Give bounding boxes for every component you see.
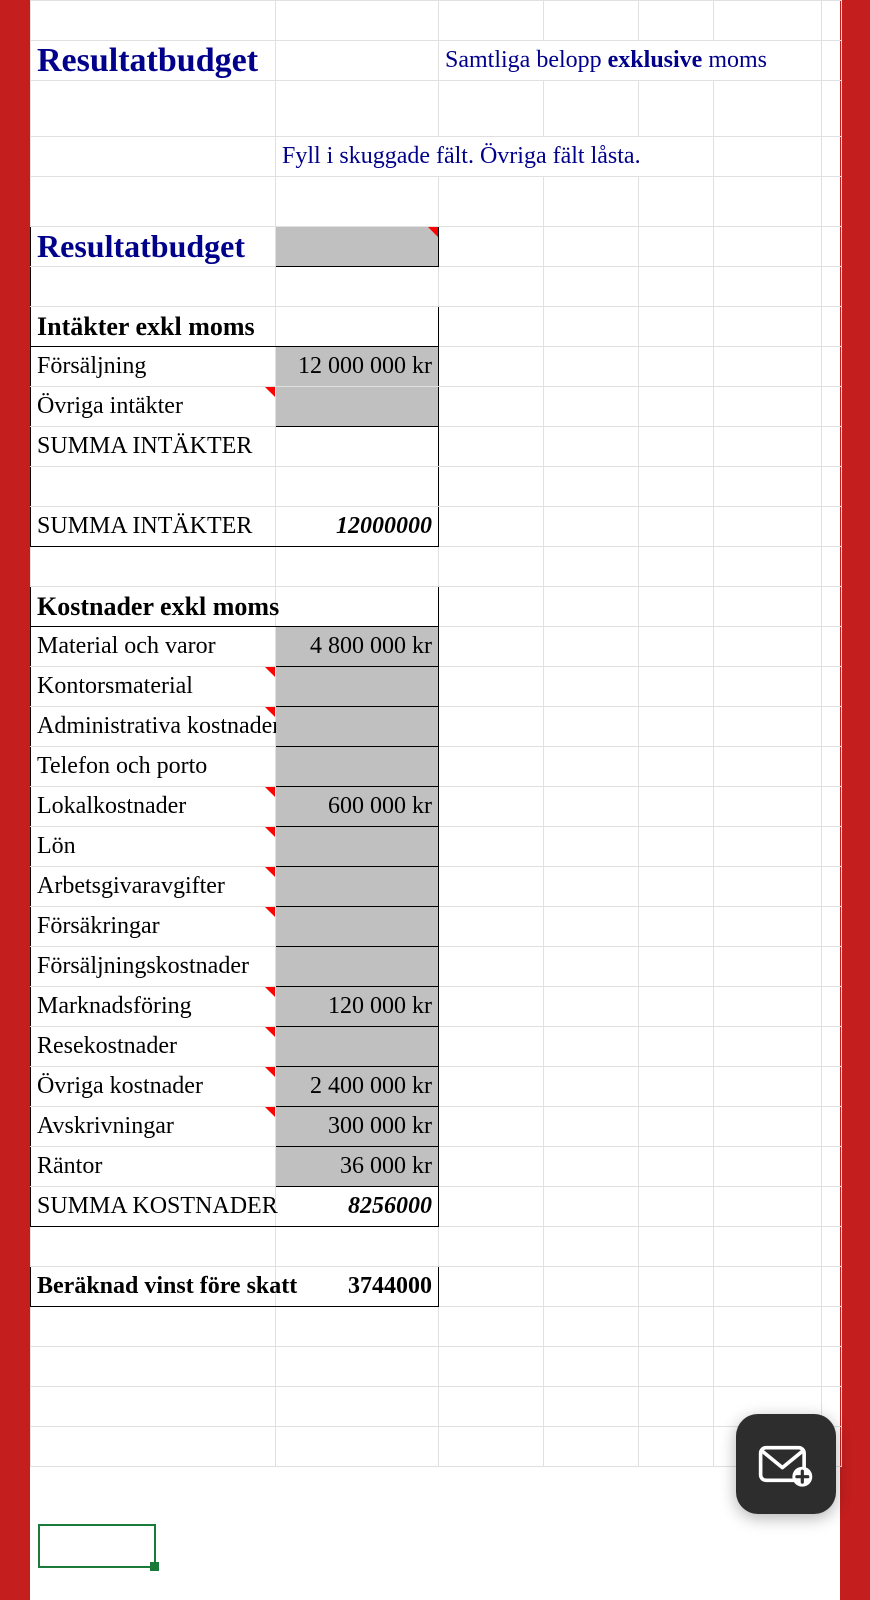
active-cell-outline[interactable]	[38, 1524, 156, 1568]
row-label: Försäkringar	[37, 913, 160, 939]
input-cell[interactable]: 2 400 000 kr	[276, 1067, 439, 1107]
row-label: Lön	[37, 833, 76, 859]
row-label: Administrativa kostnader	[37, 713, 280, 739]
comment-indicator-icon	[265, 787, 275, 797]
subtitle: Samtliga belopp exklusive moms	[445, 47, 767, 73]
comment-indicator-icon	[428, 227, 438, 237]
input-cell[interactable]	[276, 747, 439, 787]
input-cell[interactable]	[276, 1027, 439, 1067]
profit-value: 3744000	[276, 1267, 439, 1307]
costs-sum-label: SUMMA KOSTNADER	[37, 1193, 278, 1219]
input-cell[interactable]	[276, 707, 439, 747]
comment-indicator-icon	[265, 1027, 275, 1037]
row-label: Försäljning	[37, 353, 146, 379]
compose-mail-button[interactable]	[736, 1414, 836, 1514]
fill-handle[interactable]	[150, 1562, 159, 1571]
row-label: Material och varor	[37, 633, 216, 659]
section-title: Resultatbudget	[37, 228, 245, 264]
row-label: Resekostnader	[37, 1033, 177, 1059]
row-label: Kontorsmaterial	[37, 673, 193, 699]
row-label: Avskrivningar	[37, 1113, 174, 1139]
input-cell[interactable]: 4 800 000 kr	[276, 627, 439, 667]
row-label: Marknadsföring	[37, 993, 192, 1019]
input-cell[interactable]: 12 000 000 kr	[276, 347, 439, 387]
comment-indicator-icon	[265, 987, 275, 997]
row-label: Räntor	[37, 1153, 102, 1179]
input-cell[interactable]	[276, 867, 439, 907]
row-label: Arbetsgivaravgifter	[37, 873, 225, 899]
row-label: Övriga intäkter	[37, 393, 183, 419]
input-cell[interactable]	[276, 907, 439, 947]
sum-label-2: SUMMA INTÄKTER	[37, 513, 252, 539]
row-label: Lokalkostnader	[37, 793, 186, 819]
spreadsheet-sheet: Resultatbudget Samtliga belopp exklusive…	[30, 0, 840, 1600]
costs-sum-value: 8256000	[276, 1187, 439, 1227]
input-cell[interactable]: 120 000 kr	[276, 987, 439, 1027]
input-cell[interactable]	[276, 387, 439, 427]
input-cell[interactable]	[276, 947, 439, 987]
comment-indicator-icon	[265, 667, 275, 677]
row-label: Försäljningskostnader	[37, 953, 249, 979]
input-cell[interactable]	[276, 827, 439, 867]
costs-heading: Kostnader exkl moms	[37, 592, 279, 621]
income-heading: Intäkter exkl moms	[37, 312, 255, 341]
input-cell[interactable]: 300 000 kr	[276, 1107, 439, 1147]
sum-label: SUMMA INTÄKTER	[37, 433, 252, 459]
comment-indicator-icon	[265, 907, 275, 917]
input-cell[interactable]: 36 000 kr	[276, 1147, 439, 1187]
input-cell[interactable]	[276, 227, 439, 267]
input-cell[interactable]: 600 000 kr	[276, 787, 439, 827]
comment-indicator-icon	[265, 867, 275, 877]
instruction-text: Fyll i skuggade fält. Övriga fält låsta.	[282, 143, 641, 169]
comment-indicator-icon	[265, 1067, 275, 1077]
input-cell[interactable]	[276, 667, 439, 707]
budget-table: Resultatbudget Samtliga belopp exklusive…	[30, 0, 842, 1467]
page-title: Resultatbudget	[37, 42, 258, 79]
row-label: Telefon och porto	[37, 753, 207, 779]
comment-indicator-icon	[265, 827, 275, 837]
sum-value: 12000000	[276, 507, 439, 547]
profit-label: Beräknad vinst före skatt	[37, 1273, 297, 1299]
comment-indicator-icon	[265, 707, 275, 717]
row-label: Övriga kostnader	[37, 1073, 203, 1099]
comment-indicator-icon	[265, 387, 275, 397]
comment-indicator-icon	[265, 1107, 275, 1117]
mail-plus-icon	[757, 1441, 815, 1487]
